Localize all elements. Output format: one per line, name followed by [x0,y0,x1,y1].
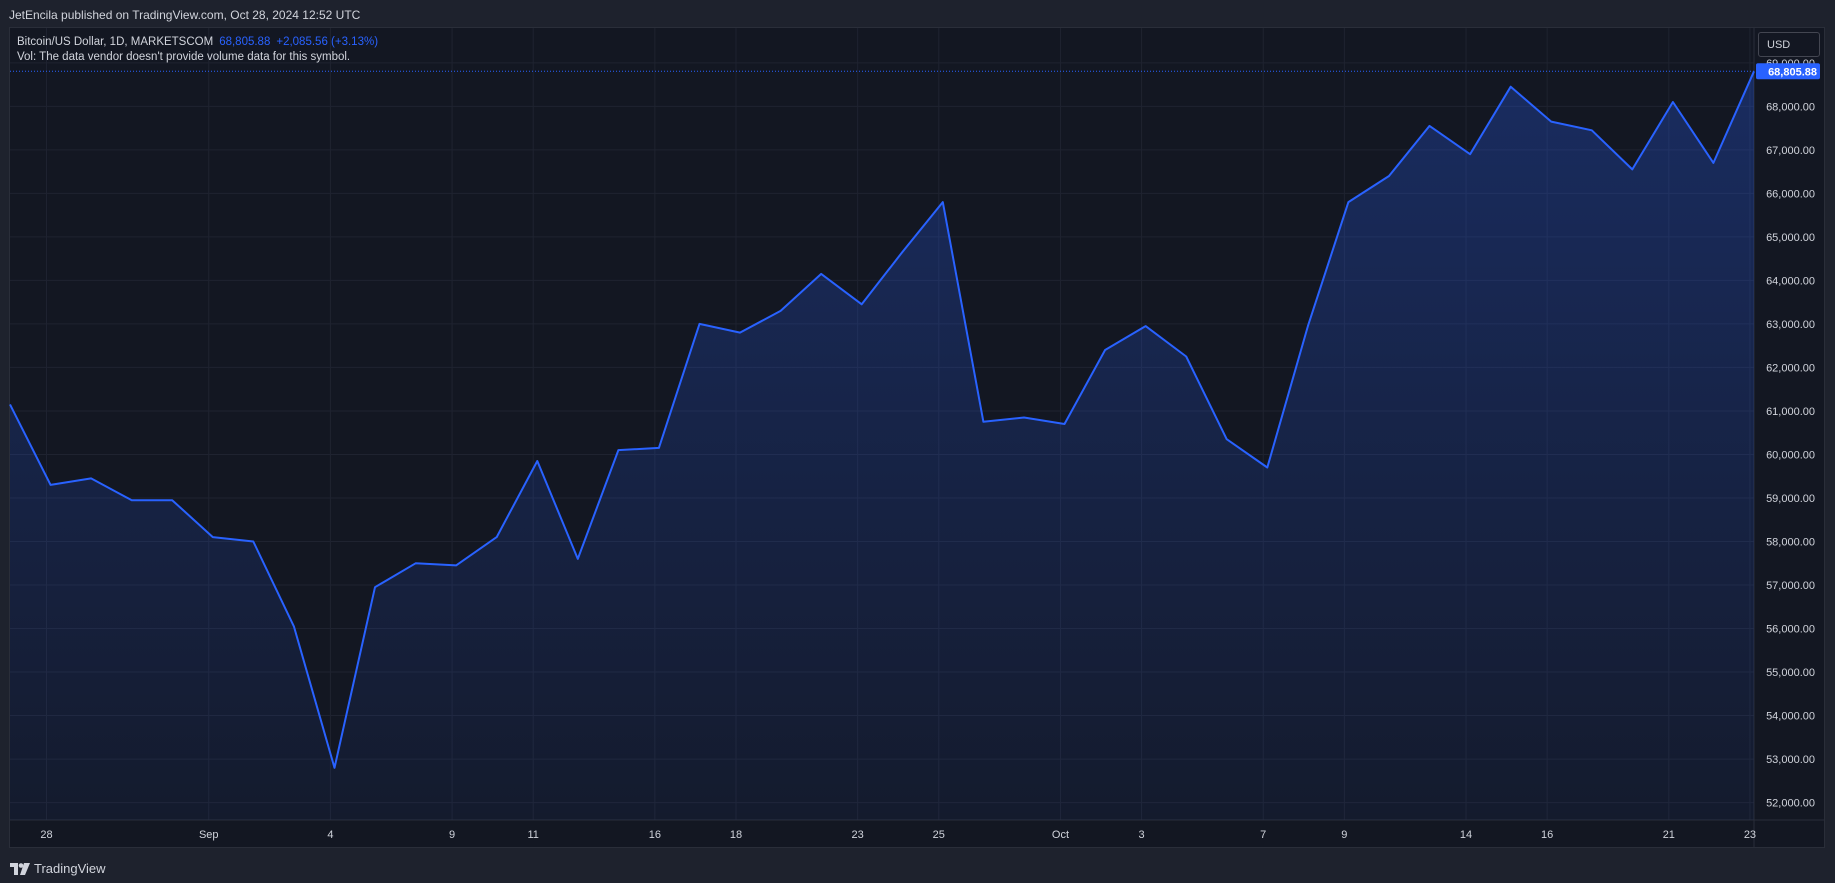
y-tick-label: 68,000.00 [1766,101,1815,113]
legend-price: 68,805.88 [219,36,271,48]
x-tick-label: 11 [527,829,538,841]
x-tick-label: 23 [1744,829,1756,841]
x-tick-label: 14 [1460,829,1472,841]
x-tick-label: Oct [1052,829,1069,841]
x-tick-label: 9 [449,829,455,841]
x-tick-label: 9 [1341,829,1347,841]
symbol-legend: Bitcoin/US Dollar, 1D, MARKETSCOM 68,805.… [17,34,378,51]
x-tick-label: 28 [40,829,52,841]
y-tick-label: 54,000.00 [1766,711,1815,723]
y-tick-label: 52,000.00 [1766,798,1815,810]
time-axis: 28 Sep 4 9 11 16 18 23 25 Oct 3 7 9 14 16 21 23 [40,829,1756,841]
x-tick-label: 7 [1260,829,1266,841]
y-tick-label: 60,000.00 [1766,449,1815,461]
tradingview-brand: TradingView [34,861,106,876]
symbol-name[interactable]: Bitcoin/US Dollar, 1D, MARKETSCOM [17,36,213,48]
price-axis: 52,000.00 53,000.00 54,000.00 55,000.00 56,0… [1766,58,1815,810]
footer: TradingView [0,848,1835,883]
tradingview-logo-icon [10,862,30,875]
y-tick-label: 59,000.00 [1766,493,1815,505]
y-tick-label: 65,000.00 [1766,232,1815,244]
y-tick-label: 67,000.00 [1766,145,1815,157]
x-tick-label: 23 [852,829,864,841]
y-tick-label: 57,000.00 [1766,580,1815,592]
currency-button[interactable]: USD [1758,32,1820,57]
x-tick-label: 21 [1663,829,1675,841]
tradingview-logo[interactable]: TradingView [10,861,106,876]
price-area-fill [10,71,1754,821]
x-tick-label: 25 [933,829,945,841]
y-tick-label: 63,000.00 [1766,319,1815,331]
y-tick-label: 53,000.00 [1766,754,1815,766]
x-tick-label: 16 [1541,829,1553,841]
price-chart[interactable]: 52,000.00 53,000.00 54,000.00 55,000.00 56,0… [0,0,1835,883]
y-tick-label: 64,000.00 [1766,275,1815,287]
x-tick-label: 4 [327,829,333,841]
x-tick-label: 18 [730,829,742,841]
y-tick-label: 56,000.00 [1766,624,1815,636]
y-tick-label: 66,000.00 [1766,188,1815,200]
last-price-label: 68,805.88 [1768,66,1817,78]
legend-change: +2,085.56 (+3.13%) [276,36,379,48]
y-tick-label: 55,000.00 [1766,667,1815,679]
y-tick-label: 62,000.00 [1766,362,1815,374]
volume-note: Vol: The data vendor doesn't provide vol… [17,51,351,63]
x-tick-label: 3 [1139,829,1145,841]
x-tick-label: 16 [649,829,661,841]
x-tick-label: Sep [199,829,219,841]
y-tick-label: 61,000.00 [1766,406,1815,418]
y-tick-label: 58,000.00 [1766,536,1815,548]
